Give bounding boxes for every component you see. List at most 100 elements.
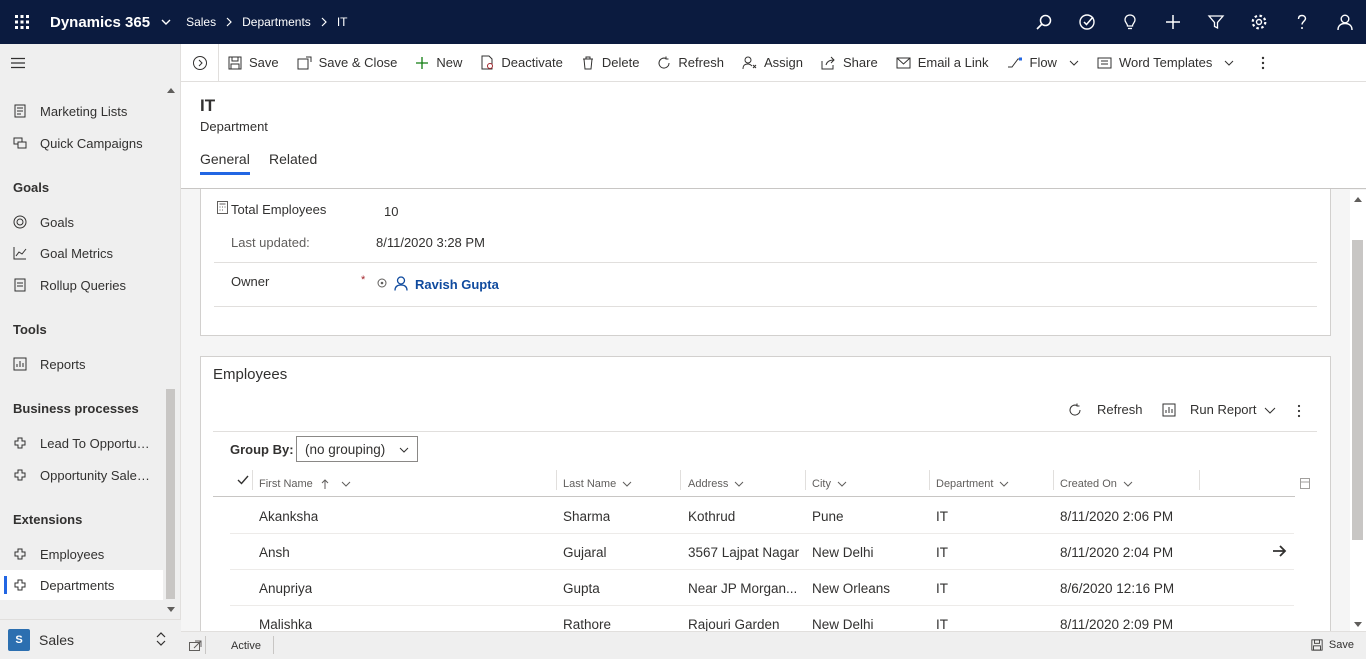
save-button[interactable]: Save [219,44,288,82]
area-badge: S [8,628,30,651]
table-row[interactable]: Anupriya Gupta Near JP Morgan... New Orl… [230,570,1294,606]
sidebar-item-reports[interactable]: Reports [0,349,163,379]
filter-icon[interactable] [1194,0,1237,44]
app-launcher-icon[interactable] [0,0,44,44]
total-employees-value: 10 [384,204,399,219]
column-divider [929,470,930,490]
chevron-down-icon[interactable] [160,16,172,28]
required-indicator: * [361,274,366,286]
cell-first-name[interactable]: Akanksha [259,509,318,524]
cell-department[interactable]: IT [936,509,948,524]
plus-icon[interactable] [1151,0,1194,44]
flow-label: Flow [1029,55,1057,70]
sidebar-item-employees[interactable]: Employees [0,539,163,569]
sidebar-scrollbar-thumb[interactable] [166,389,175,599]
settings-icon[interactable] [1237,0,1280,44]
app-name[interactable]: Dynamics 365 [50,14,150,31]
campaign-icon [12,135,28,151]
cell-first-name[interactable]: Anupriya [259,581,312,596]
sidebar-item-label: Marketing Lists [40,103,128,119]
scroll-up-icon[interactable] [1354,197,1362,202]
column-header-created-on[interactable]: Created On [1060,471,1133,497]
share-button[interactable]: Share [812,44,887,82]
sidebar-item-rollup-queries[interactable]: Rollup Queries [0,270,163,300]
toolbar-divider [213,431,1317,432]
cell-first-name[interactable]: Ansh [259,545,290,560]
puzzle-icon [12,546,28,562]
table-row[interactable]: Akanksha Sharma Kothrud Pune IT 8/11/202… [230,498,1294,534]
refresh-button[interactable]: Refresh [648,44,733,82]
tab-related[interactable]: Related [269,151,317,167]
back-button[interactable] [181,43,219,82]
save-close-button[interactable]: Save & Close [288,44,407,82]
sidebar-item-opportunity-sales[interactable]: Opportunity Sales... [0,460,163,490]
tab-general[interactable]: General [200,151,250,167]
cell-department[interactable]: IT [936,581,948,596]
sidebar-item-quick-campaigns[interactable]: Quick Campaigns [0,128,163,158]
column-header-label: First Name [259,478,313,490]
sidebar-item-lead-to-opportunity[interactable]: Lead To Opportun... [0,428,163,458]
cell-city: Pune [812,509,844,524]
last-updated-value: 8/11/2020 3:28 PM [376,235,485,250]
flow-button[interactable]: Flow [998,44,1088,82]
table-row[interactable]: Ansh Gujaral 3567 Lajpat Nagar New Delhi… [230,534,1294,570]
word-templates-button[interactable]: Word Templates [1088,44,1243,82]
column-header-department[interactable]: Department [936,471,1009,497]
area-switcher[interactable]: S Sales [0,619,181,659]
status-divider [273,636,274,654]
scroll-up-icon[interactable] [167,88,175,93]
deactivate-button[interactable]: Deactivate [471,44,571,82]
hamburger-menu-icon[interactable] [10,55,26,71]
column-header-label: City [812,478,831,490]
total-employees-label: Total Employees [231,202,327,217]
help-icon[interactable] [1280,0,1323,44]
report-icon [1162,403,1176,417]
breadcrumb-departments[interactable]: Departments [242,15,311,29]
cell-department[interactable]: IT [936,617,948,632]
word-templates-label: Word Templates [1118,55,1213,70]
open-record-arrow-icon[interactable] [1272,545,1287,557]
email-link-button[interactable]: Email a Link [887,44,998,82]
group-by-label: Group By: [230,442,294,457]
column-header-city[interactable]: City [812,471,847,497]
status-save-button[interactable]: Save [1311,639,1354,651]
user-icon[interactable] [1323,0,1366,44]
lightbulb-icon[interactable] [1108,0,1151,44]
save-close-label: Save & Close [318,55,398,70]
chevron-down-icon [1224,58,1234,68]
breadcrumb-sales[interactable]: Sales [186,15,216,29]
new-button[interactable]: New [406,44,471,82]
sidebar-item-goal-metrics[interactable]: Goal Metrics [0,238,163,268]
sort-ascending-icon [321,478,329,490]
assign-button[interactable]: Assign [733,44,812,82]
column-header-last-name[interactable]: Last Name [563,471,632,497]
cell-city: New Delhi [812,617,874,632]
group-by-select[interactable]: (no grouping) [296,436,418,462]
scroll-down-icon[interactable] [167,607,175,612]
sidebar-item-departments[interactable]: Departments [0,570,163,600]
more-commands-icon[interactable] [1243,44,1274,82]
popout-icon[interactable] [189,640,202,651]
sidebar-item-marketing-lists[interactable]: Marketing Lists [0,96,163,126]
sidebar-item-goals[interactable]: Goals [0,207,163,237]
status-bar: Active Save [181,631,1366,659]
delete-button[interactable]: Delete [572,44,649,82]
scroll-down-icon[interactable] [1354,622,1362,627]
form-scrollbar-thumb[interactable] [1352,240,1363,540]
cell-first-name[interactable]: Malishka [259,617,312,632]
more-options-icon[interactable] [1297,404,1301,418]
cell-last-name: Sharma [563,509,611,524]
cell-department[interactable]: IT [936,545,948,560]
subgrid-refresh-button[interactable]: Refresh [1068,402,1143,417]
task-icon[interactable] [1065,0,1108,44]
run-report-button[interactable]: Run Report [1162,402,1276,417]
search-icon[interactable] [1022,0,1065,44]
column-header-address[interactable]: Address [688,471,744,497]
column-header-first-name[interactable]: First Name [259,471,351,497]
breadcrumb-it[interactable]: IT [337,15,348,29]
select-all-checkmark-icon[interactable] [237,474,249,486]
word-template-icon [1097,57,1112,69]
chevron-down-icon [837,480,847,488]
owner-link[interactable]: Ravish Gupta [415,277,499,292]
column-settings-icon[interactable] [1300,478,1310,489]
